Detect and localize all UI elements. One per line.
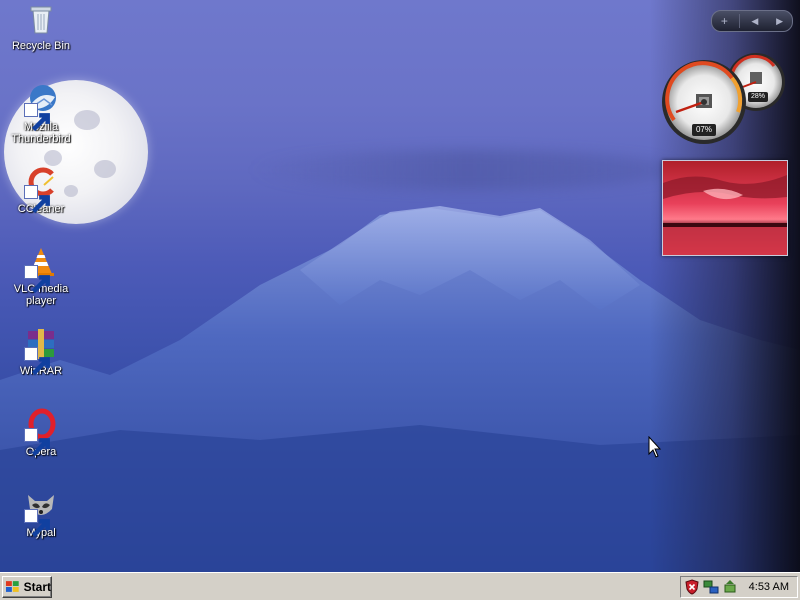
desktop[interactable]: Recycle Bin Mozilla Thunderbird CCleaner… (0, 0, 800, 572)
desktop-icon-recycle-bin[interactable]: Recycle Bin (1, 2, 81, 52)
system-tray: 4:53 AM (680, 576, 798, 598)
clock[interactable]: 4:53 AM (749, 581, 789, 593)
gadget-toolbar: + ◀ ▶ (711, 10, 793, 32)
mouse-cursor-icon (648, 436, 662, 458)
cpu-meter-gadget[interactable]: 07% 28% (662, 52, 788, 144)
desktop-icon-vlc[interactable]: VLC media player (1, 245, 81, 307)
desktop-icon-opera[interactable]: Opera (1, 408, 81, 458)
desktop-icon-label: Recycle Bin (11, 40, 71, 52)
ccleaner-icon (24, 165, 58, 214)
thunderbird-icon (24, 83, 58, 132)
memory-percent-readout: 28% (748, 92, 768, 102)
shortcut-arrow-icon (24, 347, 50, 376)
security-shield-icon[interactable] (684, 579, 700, 595)
shortcut-arrow-icon (24, 509, 50, 538)
shortcut-arrow-icon (24, 103, 50, 132)
shortcut-arrow-icon (24, 428, 50, 457)
mypal-icon (24, 489, 58, 538)
network-icon[interactable] (703, 579, 719, 595)
opera-icon (24, 408, 58, 457)
start-button[interactable]: Start (2, 576, 52, 598)
vlc-icon (24, 245, 58, 294)
taskbar: Start 4:53 AM (0, 572, 800, 600)
cloud-band (250, 150, 680, 190)
recycle-bin-icon (24, 2, 58, 36)
shortcut-arrow-icon (24, 265, 50, 294)
cpu-percent-readout: 07% (692, 124, 716, 136)
next-gadget-button[interactable]: ▶ (770, 16, 790, 27)
prev-gadget-button[interactable]: ◀ (745, 16, 765, 27)
slideshow-gadget[interactable] (662, 160, 788, 256)
start-label: Start (23, 580, 51, 594)
shortcut-arrow-icon (24, 185, 50, 214)
desktop-icon-winrar[interactable]: WinRAR (1, 327, 81, 377)
toolbar-divider (739, 14, 741, 28)
desktop-icon-mypal[interactable]: Mypal (1, 489, 81, 539)
add-gadget-button[interactable]: + (714, 14, 734, 28)
windows-logo-icon (5, 581, 19, 592)
desktop-icon-ccleaner[interactable]: CCleaner (1, 165, 81, 215)
sunset-photo (663, 161, 787, 255)
desktop-icon-thunderbird[interactable]: Mozilla Thunderbird (1, 83, 81, 145)
winrar-icon (24, 327, 58, 376)
safely-remove-icon[interactable] (722, 579, 738, 595)
